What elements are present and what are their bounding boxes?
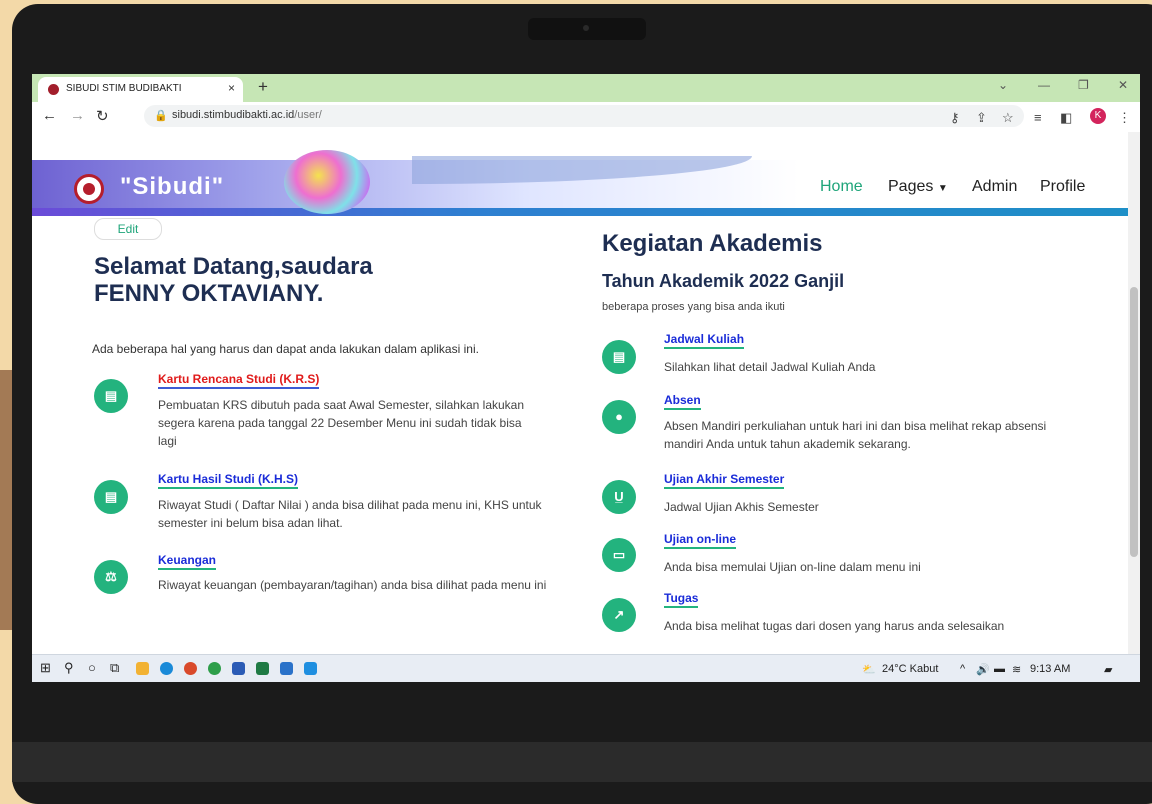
tray-chevron-icon[interactable]: ^ xyxy=(960,663,965,675)
kegiatan-subheading: Tahun Akademik 2022 Ganjil xyxy=(602,271,845,291)
battery-icon[interactable]: ▬ xyxy=(994,663,1005,675)
avatar-image xyxy=(284,150,370,214)
page-content: "Sibudi" Home Pages ▼ Admin Profile Edit… xyxy=(32,132,1128,654)
tugas-description: Anda bisa melihat tugas dari dosen yang … xyxy=(664,619,1005,633)
edge-icon[interactable] xyxy=(160,662,173,675)
close-tab-icon[interactable]: × xyxy=(228,81,235,95)
chrome-icon[interactable] xyxy=(208,662,221,675)
task-view-icon[interactable]: ⧉ xyxy=(110,660,119,676)
excel-icon[interactable] xyxy=(256,662,269,675)
chevron-down-icon[interactable]: ⌄ xyxy=(998,78,1008,92)
page-scrollbar[interactable] xyxy=(1128,132,1140,654)
weather-icon[interactable]: ⛅ xyxy=(862,663,876,676)
document-icon: ▤ xyxy=(602,340,636,374)
back-icon[interactable]: ← xyxy=(42,107,57,124)
volume-icon[interactable]: 🔊 xyxy=(976,663,990,676)
minimize-icon[interactable]: — xyxy=(1038,78,1050,92)
search-icon[interactable]: ⚲ xyxy=(64,660,74,676)
krs-link[interactable]: Kartu Rencana Studi (K.R.S) xyxy=(158,372,320,389)
tugas-link[interactable]: Tugas xyxy=(664,591,699,608)
star-icon[interactable]: ☆ xyxy=(1002,110,1014,126)
word-icon[interactable] xyxy=(232,662,245,675)
new-tab-button[interactable]: + xyxy=(258,77,268,97)
share-icon[interactable]: ⇪ xyxy=(976,110,987,126)
mail-icon[interactable] xyxy=(280,662,293,675)
jadwal-kuliah-description: Silahkan lihat detail Jadwal Kuliah Anda xyxy=(664,360,876,374)
khs-link[interactable]: Kartu Hasil Studi (K.H.S) xyxy=(158,472,299,489)
kegiatan-heading: Kegiatan Akademis xyxy=(602,230,823,257)
screen: SIBUDI STIM BUDIBAKTI × + ⌄ — ❐ ✕ ← → ↻ … xyxy=(32,74,1140,682)
intro-text: Ada beberapa hal yang harus dan dapat an… xyxy=(92,342,479,356)
laptop-base xyxy=(12,742,1152,782)
ujian-online-link[interactable]: Ujian on-line xyxy=(664,532,736,549)
khs-description: Riwayat Studi ( Daftar Nilai ) anda bisa… xyxy=(158,498,542,530)
windows-taskbar: ⊞ ⚲ ○ ⧉ ⛅ 24°C Kabut ^ 🔊 ▬ ≋ 9:13 AM ▰ xyxy=(32,654,1140,682)
wifi-icon[interactable]: ≋ xyxy=(1012,663,1021,676)
keuangan-link[interactable]: Keuangan xyxy=(158,553,217,570)
webcam-icon xyxy=(583,25,589,31)
nav-pages[interactable]: Pages ▼ xyxy=(888,178,948,196)
address-bar[interactable]: 🔒 sibudi.stimbudibakti.ac.id/user/ xyxy=(144,105,1024,127)
site-brand[interactable]: "Sibudi" xyxy=(120,173,224,201)
welcome-heading: Selamat Datang,saudara FENNY OKTAVIANY. xyxy=(94,253,373,307)
tab-title: SIBUDI STIM BUDIBAKTI xyxy=(66,83,182,94)
edit-button[interactable]: Edit xyxy=(94,218,162,240)
nav-home[interactable]: Home xyxy=(820,178,863,196)
restore-icon[interactable]: ❐ xyxy=(1078,78,1089,92)
browser-toolbar: ← → ↻ 🔒 sibudi.stimbudibakti.ac.id/user/… xyxy=(32,102,1140,133)
jadwal-kuliah-link[interactable]: Jadwal Kuliah xyxy=(664,332,745,349)
uas-link[interactable]: Ujian Akhir Semester xyxy=(664,472,785,489)
scale-icon: ⚖ xyxy=(94,560,128,594)
favicon-icon xyxy=(48,84,59,95)
document-icon: ▤ xyxy=(94,480,128,514)
sidepanel-icon[interactable]: ◧ xyxy=(1060,110,1072,126)
ujian-online-description: Anda bisa memulai Ujian on-line dalam me… xyxy=(664,560,921,574)
uas-description: Jadwal Ujian Akhis Semester xyxy=(664,500,819,514)
browser-tab[interactable]: SIBUDI STIM BUDIBAKTI × xyxy=(38,77,243,102)
underline-icon: U̲ xyxy=(602,480,636,514)
nav-profile[interactable]: Profile xyxy=(1040,178,1085,196)
office-icon[interactable] xyxy=(184,662,197,675)
url-text: sibudi.stimbudibakti.ac.id/user/ xyxy=(172,109,322,121)
close-window-icon[interactable]: ✕ xyxy=(1118,78,1128,92)
user-icon: ● xyxy=(602,400,636,434)
absen-link[interactable]: Absen xyxy=(664,393,701,410)
file-explorer-icon[interactable] xyxy=(136,662,149,675)
document-icon: ▤ xyxy=(94,379,128,413)
browser-tabbar: SIBUDI STIM BUDIBAKTI × + ⌄ — ❐ ✕ xyxy=(32,74,1140,102)
zoom-icon[interactable] xyxy=(304,662,317,675)
krs-description: Pembuatan KRS dibutuh pada saat Awal Sem… xyxy=(158,398,525,448)
absen-description: Absen Mandiri perkuliahan untuk hari ini… xyxy=(664,419,1047,451)
key-icon[interactable]: ⚷ xyxy=(950,110,960,126)
scroll-thumb[interactable] xyxy=(1130,287,1138,557)
menu-icon[interactable]: ⋮ xyxy=(1118,110,1131,126)
chart-icon: ↗ xyxy=(602,598,636,632)
caret-down-icon: ▼ xyxy=(937,183,948,194)
reload-icon[interactable]: ↻ xyxy=(96,107,109,125)
header-stripe xyxy=(32,208,1128,216)
lock-icon: 🔒 xyxy=(154,110,168,122)
notification-icon[interactable]: ▰ xyxy=(1104,663,1112,676)
nav-admin[interactable]: Admin xyxy=(972,178,1017,196)
cortana-icon[interactable]: ○ xyxy=(88,660,96,675)
weather-text[interactable]: 24°C Kabut xyxy=(882,663,938,675)
id-card-icon: ▭ xyxy=(602,538,636,572)
windows-start-icon[interactable]: ⊞ xyxy=(40,660,51,676)
kegiatan-note: beberapa proses yang bisa anda ikuti xyxy=(602,301,785,313)
media-queue-icon[interactable]: ≡ xyxy=(1034,110,1042,125)
site-logo-icon[interactable] xyxy=(74,174,104,204)
profile-avatar[interactable]: K xyxy=(1090,108,1106,124)
clock-time[interactable]: 9:13 AM xyxy=(1030,663,1070,675)
forward-icon[interactable]: → xyxy=(70,107,85,124)
keuangan-description: Riwayat keuangan (pembayaran/tagihan) an… xyxy=(158,578,547,592)
